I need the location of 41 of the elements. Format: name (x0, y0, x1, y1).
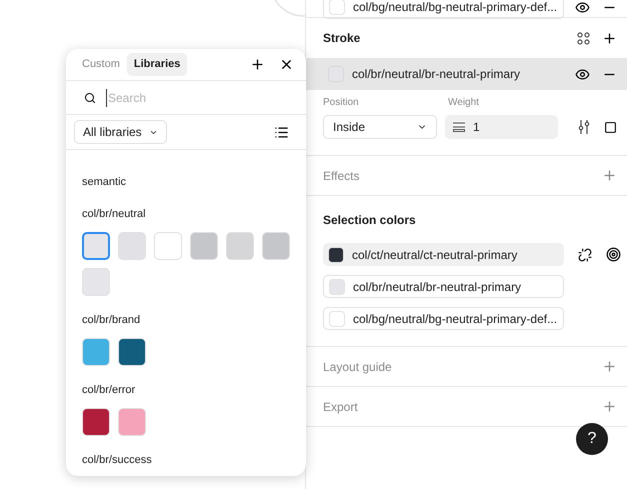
plus-icon[interactable] (250, 57, 265, 72)
color-style-field[interactable]: col/bg/neutral/bg-neutral-primary-def... (323, 307, 564, 330)
style-name: col/ct/neutral/ct-neutral-primary (352, 246, 518, 264)
detach-icon[interactable] (578, 248, 592, 262)
stroke-row[interactable]: col/br/neutral/br-neutral-primary (306, 58, 627, 90)
group-title: semantic (82, 175, 128, 190)
color-style-field[interactable]: col/br/neutral/br-neutral-primary (323, 275, 564, 298)
section-title: Stroke (323, 30, 360, 47)
style-name: col/br/neutral/br-neutral-primary (353, 278, 522, 296)
section-title: Export (323, 398, 358, 416)
section-title: Effects (323, 168, 360, 184)
plus-icon[interactable] (602, 30, 617, 46)
help-button[interactable]: ? (576, 423, 608, 455)
weight-icon (453, 122, 466, 132)
tab[interactable]: Libraries (126, 53, 188, 76)
style-name: col/bg/neutral/bg-neutral-primary-def... (353, 0, 558, 16)
list-view-icon[interactable] (274, 124, 289, 140)
position-dropdown[interactable]: Inside (323, 115, 438, 139)
square-icon[interactable] (604, 120, 617, 134)
color-style-field[interactable]: col/bg/neutral/bg-neutral-primary-def... (323, 0, 564, 18)
color-style-field[interactable]: col/ct/neutral/ct-neutral-primary (323, 243, 564, 266)
style-name: col/bg/neutral/bg-neutral-primary-def... (353, 310, 558, 328)
sliders-icon[interactable] (578, 120, 590, 134)
eye-icon[interactable] (575, 0, 590, 14)
field-label: Weight (448, 96, 479, 110)
field-label: Position (323, 96, 360, 110)
search-field[interactable]: Search (106, 88, 256, 107)
style-name: col/br/neutral/br-neutral-primary (352, 66, 520, 83)
section-title: Selection colors (322, 212, 417, 229)
weight-field[interactable]: 1 (445, 115, 558, 139)
search-icon (84, 92, 96, 104)
group-title: col/br/neutral (82, 207, 147, 222)
eye-icon[interactable] (575, 66, 590, 82)
target-icon[interactable] (606, 247, 621, 262)
section-title: Layout guide (323, 358, 392, 376)
styles-icon[interactable] (577, 32, 590, 44)
color-swatch[interactable] (82, 232, 110, 260)
group-title: col/br/success (82, 453, 153, 468)
group-title: col/br/brand (82, 313, 142, 328)
library-filter-dropdown[interactable]: All libraries (74, 120, 167, 144)
group-title: col/br/error (82, 383, 136, 398)
